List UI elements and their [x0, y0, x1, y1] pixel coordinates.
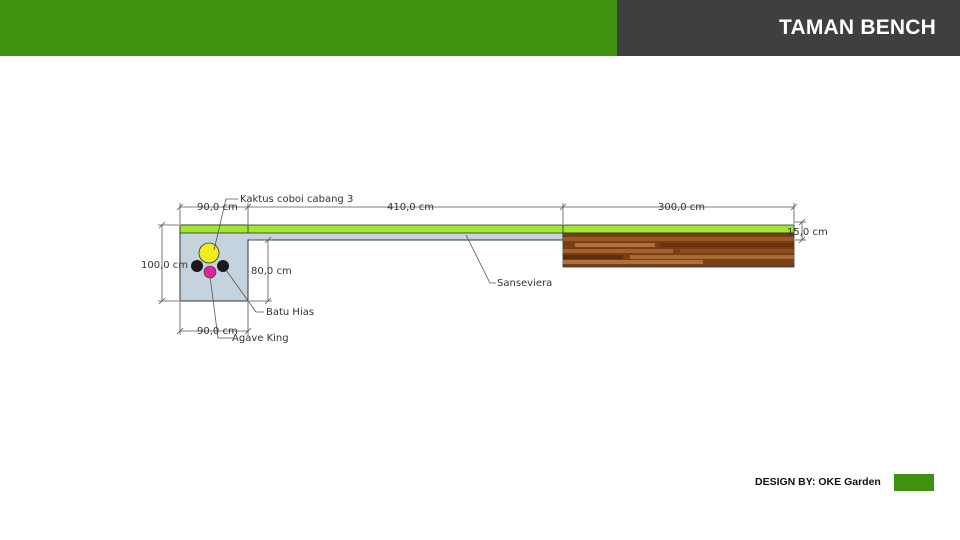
- planter-shape: [179, 224, 564, 302]
- dim-100: 100,0 cm: [141, 260, 188, 271]
- label-stones: Batu Hias: [266, 307, 314, 318]
- design-credit: DESIGN BY: OKE Garden: [755, 476, 881, 488]
- label-sansevieria: Sanseviera: [497, 278, 552, 289]
- stone-right: [217, 260, 229, 272]
- dim-300: 300,0 cm: [658, 202, 705, 213]
- cactus-plant: [198, 242, 220, 264]
- label-cactus: Kaktus coboi cabang 3: [240, 194, 353, 205]
- wooden-bench-seat: [562, 232, 795, 268]
- stone-left: [191, 260, 203, 272]
- dim-80: 80,0 cm: [251, 266, 292, 277]
- bench-plan-diagram: 90,0 cm 410,0 cm 300,0 cm 100,0 cm 80,0 …: [141, 194, 828, 344]
- dim-90-top: 90,0 cm: [197, 202, 238, 213]
- dim-410: 410,0 cm: [387, 202, 434, 213]
- sansevieria-leader: [465, 234, 496, 284]
- grass-strip: [179, 224, 795, 234]
- label-agave: Agave King: [232, 333, 289, 344]
- brand-swatch: [894, 474, 934, 491]
- dim-15: 15,0 cm: [787, 227, 828, 238]
